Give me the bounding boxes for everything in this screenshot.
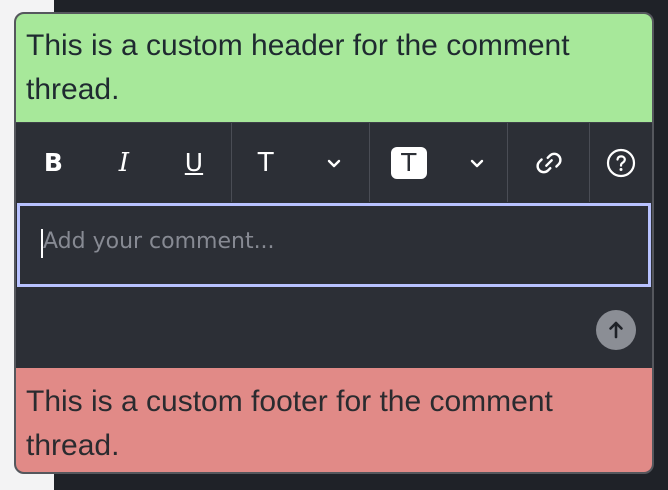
text-style-dropdown-button[interactable]	[325, 141, 343, 185]
italic-button[interactable]: I	[119, 141, 129, 185]
text-style-group: T	[232, 123, 370, 202]
highlight-t-icon: T	[390, 146, 427, 179]
comment-editor-wrapper: Add your comment...	[16, 202, 652, 288]
underline-button[interactable]: U	[185, 141, 203, 185]
custom-footer-text: This is a custom footer for the comment …	[26, 385, 553, 462]
link-button[interactable]	[534, 141, 564, 185]
help-icon	[605, 147, 637, 179]
comment-input[interactable]: Add your comment...	[17, 203, 651, 287]
chevron-down-icon	[468, 154, 486, 172]
custom-header: This is a custom header for the comment …	[16, 14, 652, 122]
text-style-button[interactable]: T	[258, 141, 274, 185]
help-group	[590, 123, 652, 202]
formatting-toolbar: B I U T T	[16, 122, 652, 202]
highlight-button[interactable]: T	[390, 141, 427, 185]
send-button[interactable]	[596, 310, 636, 350]
bold-button[interactable]: B	[44, 141, 63, 185]
basic-formatting-group: B I U	[16, 123, 232, 202]
page: This is a custom header for the comment …	[0, 0, 668, 490]
highlight-group: T	[370, 123, 508, 202]
custom-header-text: This is a custom header for the comment …	[26, 29, 570, 106]
custom-footer: This is a custom footer for the comment …	[16, 368, 652, 472]
highlight-dropdown-button[interactable]	[468, 141, 486, 185]
help-button[interactable]	[605, 141, 637, 185]
send-area	[16, 288, 652, 368]
link-icon	[534, 148, 564, 178]
chevron-down-icon	[325, 154, 343, 172]
link-group	[508, 123, 590, 202]
comment-thread-card: This is a custom header for the comment …	[14, 12, 654, 474]
arrow-up-icon	[604, 318, 628, 342]
text-cursor	[41, 229, 43, 258]
comment-placeholder: Add your comment...	[43, 229, 275, 254]
